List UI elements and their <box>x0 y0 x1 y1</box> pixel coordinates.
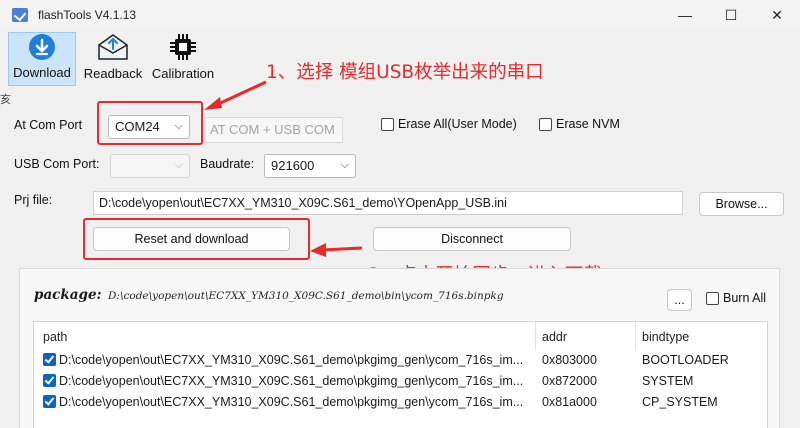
row-checkbox[interactable] <box>43 374 56 387</box>
row-addr: 0x872000 <box>542 374 597 388</box>
browse-button[interactable]: Browse... <box>699 192 784 216</box>
usb-com-port-label: USB Com Port: <box>14 157 100 171</box>
com-mode-hint: AT COM + USB COM <box>204 117 343 143</box>
baudrate-label: Baudrate: <box>200 157 255 171</box>
package-path: D:\code\yopen\out\EC7XX_YM310_X09C.S61_d… <box>108 290 504 302</box>
close-button[interactable]: ✕ <box>754 0 800 30</box>
column-header-path[interactable]: path <box>43 330 67 344</box>
erase-all-checkbox[interactable]: Erase All(User Mode) <box>381 117 517 131</box>
baudrate-value: 921600 <box>271 158 315 173</box>
highlight-box-reset <box>83 218 310 260</box>
package-browse-button[interactable]: ... <box>667 289 692 311</box>
readback-icon <box>98 34 128 60</box>
arrow-1-icon <box>204 80 267 110</box>
download-icon <box>29 34 55 60</box>
annotation-step-1: 1、选择 模组USB枚举出来的串口 <box>266 62 544 83</box>
toolbar-readback[interactable]: Readback <box>80 32 146 86</box>
row-checkbox[interactable] <box>43 353 56 366</box>
column-header-bindtype[interactable]: bindtype <box>642 330 689 344</box>
row-addr: 0x803000 <box>542 353 597 367</box>
toolbar-download[interactable]: Download <box>8 32 76 86</box>
erase-nvm-checkbox[interactable]: Erase NVM <box>539 117 620 131</box>
table-row[interactable]: D:\code\yopen\out\EC7XX_YM310_X09C.S61_d… <box>34 350 767 371</box>
row-path: D:\code\yopen\out\EC7XX_YM310_X09C.S61_d… <box>59 395 524 409</box>
baudrate-select[interactable]: 921600 ⌵ <box>264 154 356 178</box>
erase-all-box[interactable] <box>381 117 394 131</box>
burn-all-checkbox[interactable]: Burn All <box>706 291 766 305</box>
erase-nvm-label: Erase NVM <box>556 117 620 131</box>
package-label: package: <box>34 287 102 303</box>
row-addr: 0x81a000 <box>542 395 597 409</box>
toolbar-readback-label: Readback <box>83 66 143 81</box>
column-header-addr[interactable]: addr <box>542 330 567 344</box>
row-checkbox[interactable] <box>43 395 56 408</box>
at-com-port-label: At Com Port <box>14 118 83 132</box>
window-title: flashTools V4.1.13 <box>38 8 137 22</box>
column-separator <box>635 322 636 350</box>
toolbar-download-label: Download <box>13 65 71 80</box>
burn-all-label: Burn All <box>723 291 767 305</box>
maximize-button[interactable]: ☐ <box>708 0 754 30</box>
title-bar: flashTools V4.1.13 — ☐ ✕ <box>0 0 800 30</box>
chip-icon <box>170 34 196 60</box>
burn-all-box[interactable] <box>706 291 719 305</box>
arrow-2-icon <box>310 243 363 257</box>
prj-file-input[interactable]: D:\code\yopen\out\EC7XX_YM310_X09C.S61_d… <box>93 191 683 215</box>
row-path: D:\code\yopen\out\EC7XX_YM310_X09C.S61_d… <box>59 353 524 367</box>
minimize-button[interactable]: — <box>662 0 708 30</box>
row-bindtype: BOOTLOADER <box>642 353 729 367</box>
usb-com-port-select[interactable]: ⌵ <box>110 154 190 178</box>
package-panel: package: D:\code\yopen\out\EC7XX_YM310_X… <box>19 268 780 428</box>
package-table: path addr bindtype D:\code\yopen\out\EC7… <box>33 321 768 428</box>
row-bindtype: CP_SYSTEM <box>642 395 718 409</box>
prj-file-label: Prj file: <box>14 193 53 207</box>
app-icon <box>12 8 28 22</box>
row-bindtype: SYSTEM <box>642 374 694 388</box>
column-separator <box>535 322 536 350</box>
disconnect-button[interactable]: Disconnect <box>373 227 571 251</box>
side-glyph: 亥 <box>0 94 11 106</box>
erase-nvm-box[interactable] <box>539 117 552 131</box>
chevron-down-icon: ⌵ <box>340 159 349 171</box>
table-row[interactable]: D:\code\yopen\out\EC7XX_YM310_X09C.S61_d… <box>34 392 767 413</box>
erase-all-label: Erase All(User Mode) <box>398 117 517 131</box>
row-path: D:\code\yopen\out\EC7XX_YM310_X09C.S61_d… <box>59 374 524 388</box>
highlight-box-com <box>97 101 203 145</box>
table-row[interactable]: D:\code\yopen\out\EC7XX_YM310_X09C.S61_d… <box>34 371 767 392</box>
chevron-down-icon: ⌵ <box>174 159 183 171</box>
